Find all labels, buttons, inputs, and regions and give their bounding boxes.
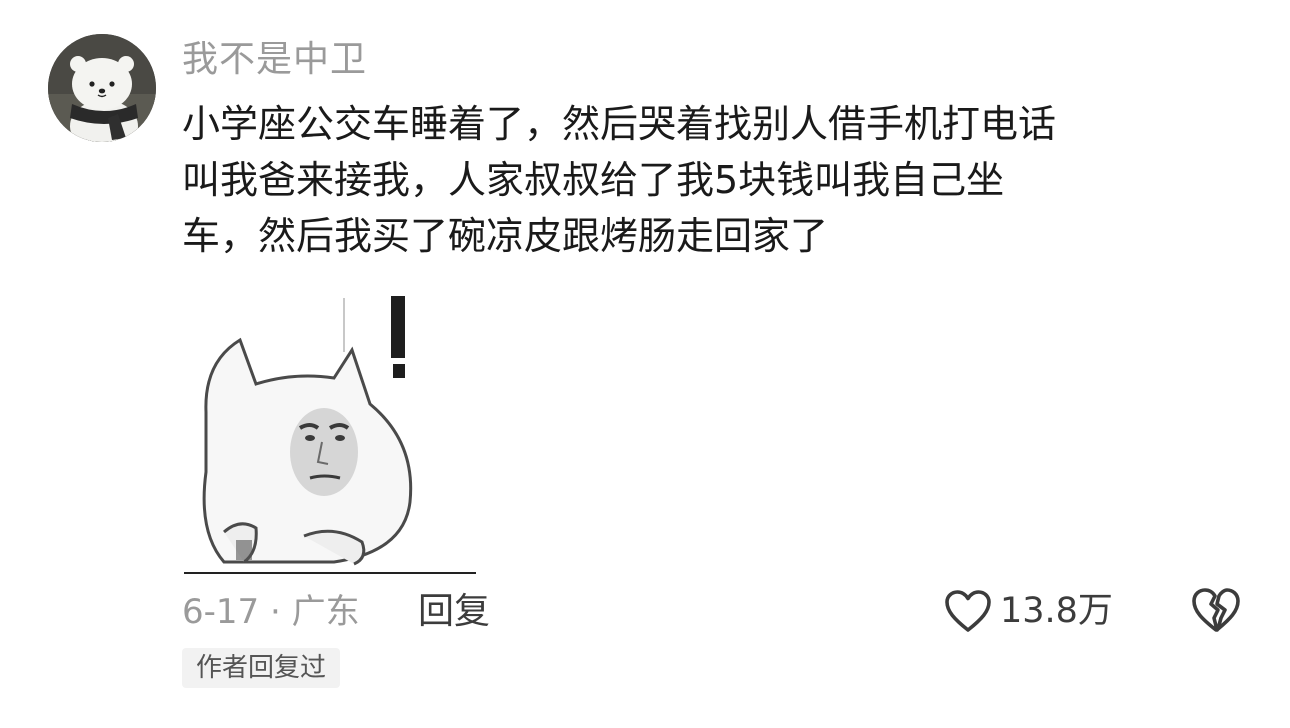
comment-text-line: 车，然后我买了碗凉皮跟烤肠走回家了: [182, 214, 829, 258]
cat-meme-image: [184, 292, 476, 572]
like-button[interactable]: 13.8万: [944, 586, 1113, 636]
heart-icon: [945, 590, 991, 632]
comment-item: 我不是中卫 小学座公交车睡着了，然后哭着找别人借手机打电话 叫我爸来接我，人家叔…: [0, 0, 1290, 728]
comment-text-line: 小学座公交车睡着了，然后哭着找别人借手机打电话: [182, 102, 1057, 146]
cat-meme-sticker[interactable]: [184, 292, 476, 572]
author-replied-badge: 作者回复过: [182, 648, 341, 688]
sticker-divider: [184, 572, 476, 574]
comment-meta: 6-17 · 广东: [182, 592, 360, 632]
comment-text: 小学座公交车睡着了，然后哭着找别人借手机打电话 叫我爸来接我，人家叔叔给了我5块…: [182, 96, 1242, 264]
reply-button[interactable]: 回复: [418, 588, 490, 636]
dislike-button[interactable]: [1190, 586, 1242, 636]
user-avatar[interactable]: [48, 34, 156, 142]
comment-text-line: 叫我爸来接我，人家叔叔给了我5块钱叫我自己坐: [182, 158, 1005, 202]
username[interactable]: 我不是中卫: [182, 36, 367, 84]
broken-heart-icon: [1192, 588, 1240, 632]
like-count: 13.8万: [1000, 591, 1113, 631]
bear-avatar-icon: [48, 34, 156, 142]
